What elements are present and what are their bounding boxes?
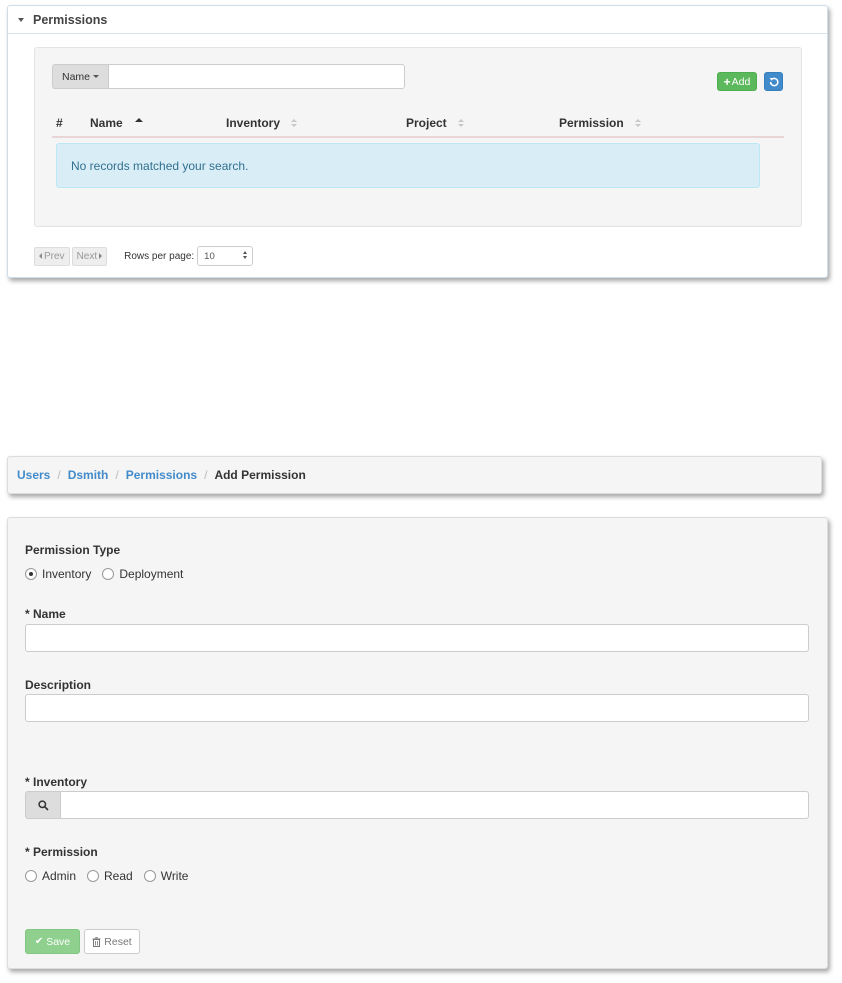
breadcrumb-link-users[interactable]: Users	[17, 468, 50, 482]
save-button-label: Save	[46, 935, 71, 948]
search-field-dropdown[interactable]: Name	[52, 64, 108, 89]
caret-down-icon[interactable]	[18, 17, 24, 22]
inventory-input[interactable]	[60, 791, 809, 819]
breadcrumb-separator: /	[57, 468, 61, 482]
radio-option-deployment[interactable]: Deployment	[102, 567, 183, 581]
inventory-label: * Inventory	[25, 775, 88, 789]
breadcrumb-current: Add Permission	[214, 468, 306, 482]
radio-option-read[interactable]: Read	[87, 869, 133, 883]
chevron-left-icon	[39, 253, 42, 259]
radio-option-admin[interactable]: Admin	[25, 869, 76, 883]
refresh-button[interactable]	[764, 72, 783, 91]
breadcrumb: Users / Dsmith / Permissions / Add Permi…	[7, 456, 822, 494]
prev-page-button[interactable]: Prev	[34, 246, 70, 266]
next-page-button[interactable]: Next	[71, 246, 108, 266]
permissions-list-well: Name + Add # Name Inventory Project Perm…	[34, 47, 802, 227]
save-button[interactable]: ✔ Save	[25, 929, 80, 954]
plus-icon: +	[723, 74, 731, 89]
description-input[interactable]	[25, 694, 809, 722]
chevron-right-icon	[99, 253, 103, 259]
breadcrumb-separator: /	[115, 468, 119, 482]
pagination: Prev Next Rows per page: 10	[34, 246, 254, 266]
trash-icon	[92, 936, 101, 947]
search-field-label: Name	[62, 70, 91, 83]
radio-option-write[interactable]: Write	[143, 869, 188, 883]
permissions-panel-title: Permissions	[33, 12, 108, 27]
breadcrumb-link-permissions[interactable]: Permissions	[126, 468, 197, 482]
permissions-panel-header[interactable]: Permissions	[8, 6, 827, 34]
search-input[interactable]	[108, 64, 405, 89]
sort-ascending-icon	[134, 118, 143, 122]
radio-unchecked-icon[interactable]	[102, 568, 115, 580]
empty-results-alert: No records matched your search.	[56, 143, 760, 188]
refresh-icon	[769, 77, 779, 86]
radio-checked-icon[interactable]	[25, 568, 37, 580]
name-input[interactable]	[25, 624, 809, 652]
chevron-down-icon	[93, 75, 100, 78]
sort-icon	[457, 119, 464, 127]
radio-option-inventory[interactable]: Inventory	[25, 567, 91, 581]
select-arrows-icon	[243, 251, 248, 259]
radio-unchecked-icon[interactable]	[143, 870, 156, 882]
check-icon: ✔	[34, 936, 44, 947]
reset-button-label: Reset	[104, 935, 132, 948]
radio-unchecked-icon[interactable]	[25, 870, 37, 882]
name-label: * Name	[25, 607, 66, 621]
search-group: Name	[52, 64, 405, 89]
sort-icon	[634, 119, 641, 127]
permission-label: * Permission	[25, 845, 98, 859]
reset-button[interactable]: Reset	[84, 929, 140, 954]
description-label: Description	[25, 678, 92, 692]
column-header-permission[interactable]: Permission	[559, 116, 641, 130]
column-header-index: #	[56, 116, 63, 130]
search-icon	[37, 799, 49, 811]
radio-unchecked-icon[interactable]	[87, 870, 100, 882]
add-button[interactable]: + Add	[717, 72, 757, 91]
sort-icon	[291, 119, 298, 127]
breadcrumb-link-user[interactable]: Dsmith	[68, 468, 109, 482]
inventory-lookup-button[interactable]	[25, 791, 60, 819]
permission-radios: Admin Read Write	[25, 869, 199, 883]
rows-per-page-select[interactable]: 10	[197, 246, 254, 266]
table-header: # Name Inventory Project Permission	[52, 108, 784, 138]
permissions-panel: Permissions Name + Add # Name Inventory …	[7, 5, 828, 278]
rows-per-page-label: Rows per page:	[124, 250, 195, 262]
permission-type-label: Permission Type	[25, 543, 121, 557]
add-button-label: Add	[731, 75, 751, 88]
column-header-name[interactable]: Name	[90, 116, 143, 130]
inventory-lookup	[25, 791, 809, 819]
rows-per-page-value: 10	[204, 250, 215, 262]
column-header-project[interactable]: Project	[406, 116, 464, 130]
breadcrumb-separator: /	[204, 468, 208, 482]
add-permission-form: Permission Type Inventory Deployment * N…	[7, 517, 828, 969]
permission-type-radios: Inventory Deployment	[25, 567, 194, 581]
column-header-inventory[interactable]: Inventory	[226, 116, 298, 130]
